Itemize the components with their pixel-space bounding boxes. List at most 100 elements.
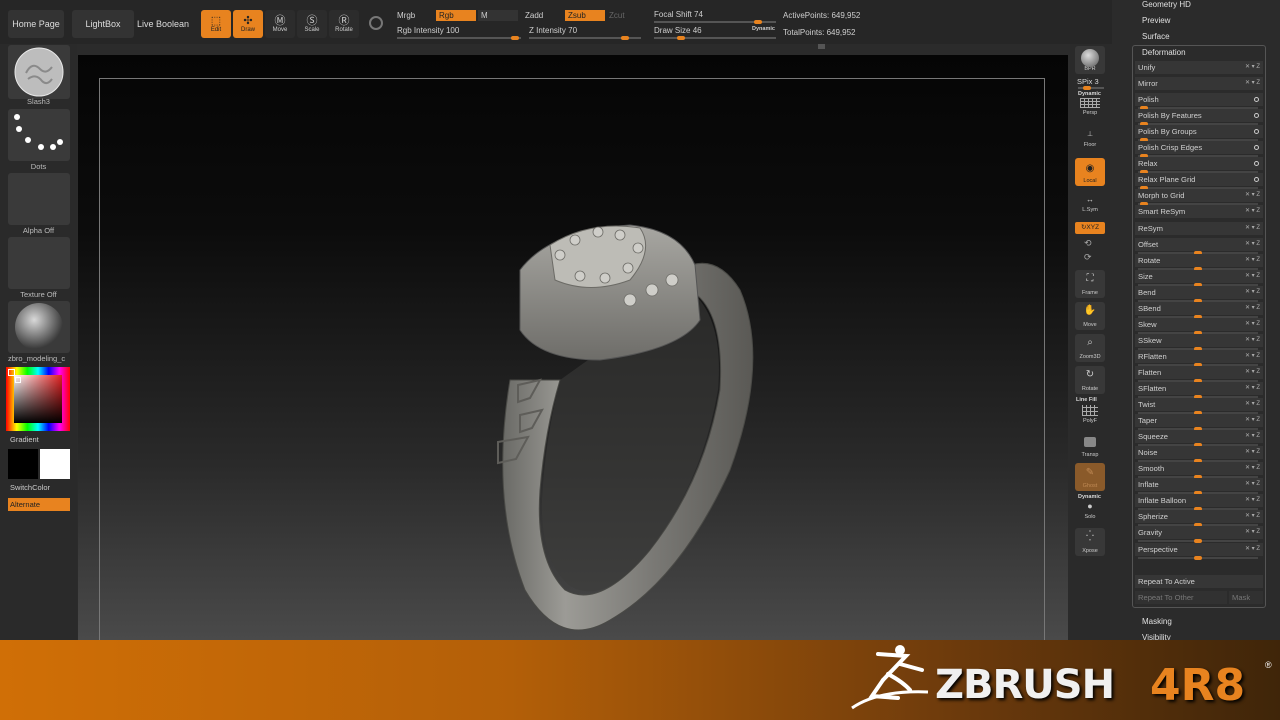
rotate-axis-icon[interactable]: ⟲ (1084, 238, 1092, 249)
axis-icon[interactable]: ✕ ▾ Z (1245, 334, 1260, 347)
deform-size-row[interactable]: Size ✕ ▾ Z (1135, 270, 1263, 287)
axis-icon[interactable]: ✕ ▾ Z (1245, 318, 1260, 331)
axis-icon[interactable]: ✕ ▾ Z (1245, 398, 1260, 411)
xyz-symmetry-button[interactable]: ↻XYZ (1075, 222, 1105, 234)
zoom3d-button[interactable]: ⌕ Zoom3D (1075, 334, 1105, 362)
deform-perspective-row[interactable]: Perspective ✕ ▾ Z (1135, 543, 1263, 560)
home-page-button[interactable]: Home Page (8, 10, 64, 38)
axis-icon[interactable]: ✕ ▾ Z (1245, 430, 1260, 443)
deform-skew-row[interactable]: Skew ✕ ▾ Z (1135, 318, 1263, 335)
axis-icon[interactable]: ✕ ▾ Z (1245, 478, 1260, 491)
axis-icon[interactable]: ✕ ▾ Z (1245, 222, 1260, 235)
spix-control[interactable]: SPix 3 (1077, 77, 1099, 86)
polyf-button[interactable]: PolyF (1075, 402, 1105, 426)
move-tool-button[interactable]: Ⓜ Move (265, 10, 295, 38)
stroke-thumbnail[interactable] (8, 109, 70, 161)
color-picker[interactable] (6, 367, 70, 431)
move-view-button[interactable]: ✋ Move (1075, 302, 1105, 330)
deform-inflate-balloon-row[interactable]: Inflate Balloon ✕ ▾ Z (1135, 494, 1263, 511)
material-thumbnail[interactable] (8, 301, 70, 353)
axis-icon[interactable]: ✕ ▾ Z (1245, 543, 1260, 556)
deform-polish-by-groups-toggle-icon[interactable] (1254, 129, 1259, 134)
deform-twist-row[interactable]: Twist ✕ ▾ Z (1135, 398, 1263, 415)
lsym-button[interactable]: ↔ L.Sym (1075, 193, 1105, 215)
mask-button[interactable]: Mask (1229, 591, 1263, 604)
axis-icon[interactable]: ✕ ▾ Z (1245, 254, 1260, 267)
axis-icon[interactable]: ✕ ▾ Z (1245, 382, 1260, 395)
deform-unify-row[interactable]: Unify ✕ ▾ Z (1135, 61, 1263, 74)
rotate-tool-button[interactable]: Ⓡ Rotate (329, 10, 359, 38)
axis-icon[interactable]: ✕ ▾ Z (1245, 302, 1260, 315)
zsub-button[interactable]: Zsub (565, 10, 605, 21)
axis-icon[interactable]: ✕ ▾ Z (1245, 494, 1260, 507)
axis-icon[interactable]: ✕ ▾ Z (1245, 270, 1260, 283)
deform-sbend-row[interactable]: SBend ✕ ▾ Z (1135, 302, 1263, 319)
local-button[interactable]: ◉ Local (1075, 158, 1105, 186)
axis-icon[interactable]: ✕ ▾ Z (1245, 286, 1260, 299)
deform-resym-row[interactable]: ReSym ✕ ▾ Z (1135, 222, 1263, 235)
live-boolean-button[interactable]: Live Boolean (135, 10, 191, 38)
deform-sflatten-row[interactable]: SFlatten ✕ ▾ Z (1135, 382, 1263, 399)
alternate-button[interactable]: Alternate (8, 498, 70, 511)
deform-spherize-row[interactable]: Spherize ✕ ▾ Z (1135, 510, 1263, 527)
deform-sskew-row[interactable]: SSkew ✕ ▾ Z (1135, 334, 1263, 351)
deform-flatten-row[interactable]: Flatten ✕ ▾ Z (1135, 366, 1263, 383)
deform-polish-crisp-edges-row[interactable]: Polish Crisp Edges (1135, 141, 1263, 158)
bpr-button[interactable]: BPR (1075, 46, 1105, 74)
deform-relax-row[interactable]: Relax (1135, 157, 1263, 174)
rgb-intensity-slider[interactable] (397, 36, 521, 40)
deformation-menu[interactable]: Deformation (1142, 48, 1186, 57)
axis-icon[interactable]: ✕ ▾ Z (1245, 61, 1260, 74)
axis-icon[interactable]: ✕ ▾ Z (1245, 205, 1260, 218)
deform-morph-to-grid-row[interactable]: Morph to Grid ✕ ▾ Z (1135, 189, 1263, 206)
axis-icon[interactable]: ✕ ▾ Z (1245, 446, 1260, 459)
deform-mirror-row[interactable]: Mirror ✕ ▾ Z (1135, 77, 1263, 90)
deform-gravity-slider[interactable] (1138, 539, 1258, 543)
axis-icon[interactable]: ✕ ▾ Z (1245, 462, 1260, 475)
masking-menu[interactable]: Masking (1142, 617, 1172, 626)
switch-color-button[interactable]: SwitchColor (10, 483, 50, 492)
solo-button[interactable]: ● Solo (1075, 498, 1105, 522)
deform-gravity-row[interactable]: Gravity ✕ ▾ Z (1135, 526, 1263, 543)
preview-menu[interactable]: Preview (1142, 16, 1170, 25)
deform-polish-crisp-edges-toggle-icon[interactable] (1254, 145, 1259, 150)
texture-thumbnail[interactable] (8, 237, 70, 289)
focal-shift-slider[interactable] (654, 20, 776, 24)
zcut-button[interactable]: Zcut (609, 11, 625, 20)
deform-taper-row[interactable]: Taper ✕ ▾ Z (1135, 414, 1263, 431)
zadd-button[interactable]: Zadd (525, 11, 543, 20)
slider-knob[interactable] (1194, 556, 1202, 560)
axis-icon[interactable]: ✕ ▾ Z (1245, 526, 1260, 539)
deform-relax-plane-grid-row[interactable]: Relax Plane Grid (1135, 173, 1263, 190)
rotate-axis-2-icon[interactable]: ⟳ (1084, 252, 1092, 263)
axis-icon[interactable]: ✕ ▾ Z (1245, 414, 1260, 427)
deform-polish-by-groups-row[interactable]: Polish By Groups (1135, 125, 1263, 142)
deform-smooth-row[interactable]: Smooth ✕ ▾ Z (1135, 462, 1263, 479)
rotate-view-button[interactable]: ↻ Rotate (1075, 366, 1105, 394)
axis-icon[interactable]: ✕ ▾ Z (1245, 510, 1260, 523)
rgb-button[interactable]: Rgb (436, 10, 476, 21)
draw-tool-button[interactable]: ✣ Draw (233, 10, 263, 38)
deform-offset-row[interactable]: Offset ✕ ▾ Z (1135, 238, 1263, 255)
deform-relax-plane-grid-toggle-icon[interactable] (1254, 177, 1259, 182)
deform-bend-row[interactable]: Bend ✕ ▾ Z (1135, 286, 1263, 303)
axis-icon[interactable]: ✕ ▾ Z (1245, 77, 1260, 90)
surface-menu[interactable]: Surface (1142, 32, 1170, 41)
mrgb-button[interactable]: Mrgb (397, 11, 415, 20)
axis-icon[interactable]: ✕ ▾ Z (1245, 189, 1260, 202)
deform-smart-resym-row[interactable]: Smart ReSym ✕ ▾ Z (1135, 205, 1263, 218)
floor-button[interactable]: ⊥ Floor (1075, 126, 1105, 150)
secondary-color-swatch[interactable] (40, 449, 70, 479)
deform-polish-by-features-row[interactable]: Polish By Features (1135, 109, 1263, 126)
repeat-to-other-button[interactable]: Repeat To Other (1135, 591, 1227, 604)
deform-perspective-slider[interactable] (1138, 556, 1258, 560)
deform-noise-row[interactable]: Noise ✕ ▾ Z (1135, 446, 1263, 463)
deform-squeeze-row[interactable]: Squeeze ✕ ▾ Z (1135, 430, 1263, 447)
alpha-thumbnail[interactable] (8, 173, 70, 225)
persp-button[interactable]: Persp (1075, 96, 1105, 118)
deform-polish-by-features-toggle-icon[interactable] (1254, 113, 1259, 118)
geometry-hd-menu[interactable]: Geometry HD (1142, 0, 1191, 9)
color-square[interactable] (14, 375, 62, 423)
spix-slider[interactable] (1078, 86, 1104, 90)
deform-rflatten-row[interactable]: RFlatten ✕ ▾ Z (1135, 350, 1263, 367)
